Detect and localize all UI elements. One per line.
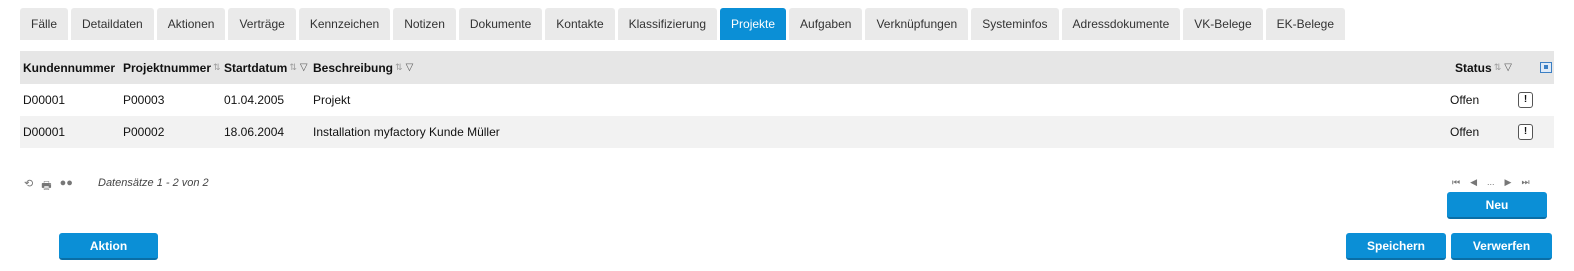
save-button[interactable]: Speichern xyxy=(1346,233,1446,260)
sort-icon[interactable]: ⇅ xyxy=(213,62,221,73)
cell-status: Offen xyxy=(1450,125,1480,139)
cell-startdatum: 01.04.2005 xyxy=(224,93,285,107)
column-header-status[interactable]: Status ⇅ ▽ xyxy=(1455,51,1512,84)
column-header-kundennummer[interactable]: Kundennummer xyxy=(23,51,115,84)
tab-aktionen[interactable]: Aktionen xyxy=(156,8,226,40)
tab-verknuepfungen[interactable]: Verknüpfungen xyxy=(865,8,969,40)
projects-grid: Kundennummer Projektnummer ⇅ Startdatum … xyxy=(20,51,1554,148)
tab-vertraege[interactable]: Verträge xyxy=(228,8,296,40)
new-button[interactable]: Neu xyxy=(1447,192,1547,219)
cell-kundennummer: D00001 xyxy=(23,93,66,107)
column-label: Kundennummer xyxy=(23,60,116,75)
filter-icon[interactable]: ▽ xyxy=(300,62,308,73)
cell-projektnummer: P00002 xyxy=(123,125,165,139)
pager-ellipsis: ... xyxy=(1487,177,1495,187)
sort-icon[interactable]: ⇅ xyxy=(395,62,403,73)
sort-icon[interactable]: ⇅ xyxy=(289,62,297,73)
pager: ⏮ ◀ ... ▶ ⏭ xyxy=(1452,177,1530,188)
discard-button[interactable]: Verwerfen xyxy=(1451,233,1552,260)
table-row[interactable]: D00001 P00002 18.06.2004 Installation my… xyxy=(20,116,1554,148)
column-header-startdatum[interactable]: Startdatum ⇅ ▽ xyxy=(224,51,308,84)
action-button[interactable]: Aktion xyxy=(59,233,158,260)
tab-notizen[interactable]: Notizen xyxy=(393,8,456,40)
column-label: Status xyxy=(1455,60,1492,75)
tab-kontakte[interactable]: Kontakte xyxy=(545,8,615,40)
column-label: Projektnummer xyxy=(123,60,212,75)
cell-beschreibung: Projekt xyxy=(313,93,351,107)
row-details-button[interactable]: ! xyxy=(1518,92,1533,108)
next-page-icon[interactable]: ▶ xyxy=(1505,177,1512,188)
tab-ek-belege[interactable]: EK-Belege xyxy=(1265,8,1346,40)
tab-systeminfos[interactable]: Systeminfos xyxy=(971,8,1059,40)
table-row[interactable]: D00001 P00003 01.04.2005 Projekt Offen ! xyxy=(20,84,1554,116)
cell-kundennummer: D00001 xyxy=(23,125,66,139)
column-header-beschreibung[interactable]: Beschreibung ⇅ ▽ xyxy=(313,51,413,84)
first-page-icon[interactable]: ⏮ xyxy=(1452,177,1460,188)
filter-icon[interactable]: ▽ xyxy=(406,62,414,73)
tab-detaildaten[interactable]: Detaildaten xyxy=(71,8,154,40)
prev-page-icon[interactable]: ◀ xyxy=(1470,177,1477,188)
options-icon[interactable]: ●● xyxy=(60,177,73,196)
tab-dokumente[interactable]: Dokumente xyxy=(458,8,543,40)
column-label: Startdatum xyxy=(224,60,288,75)
tab-klassifizierung[interactable]: Klassifizierung xyxy=(617,8,718,40)
column-config-icon[interactable] xyxy=(1540,62,1552,73)
cell-projektnummer: P00003 xyxy=(123,93,165,107)
grid-footer-tools: ⟲ 🖶 ●● xyxy=(24,177,73,196)
column-label: Beschreibung xyxy=(313,60,394,75)
filter-icon[interactable]: ▽ xyxy=(1504,62,1512,73)
row-details-button[interactable]: ! xyxy=(1518,124,1533,140)
tab-faelle[interactable]: Fälle xyxy=(20,8,69,40)
tab-bar: Fälle Detaildaten Aktionen Verträge Kenn… xyxy=(20,8,1346,40)
tab-adressdokumente[interactable]: Adressdokumente xyxy=(1061,8,1181,40)
grid-header: Kundennummer Projektnummer ⇅ Startdatum … xyxy=(20,51,1554,84)
tab-projekte[interactable]: Projekte xyxy=(720,8,787,40)
tab-aufgaben[interactable]: Aufgaben xyxy=(789,8,863,40)
cell-beschreibung: Installation myfactory Kunde Müller xyxy=(313,125,500,139)
cell-status: Offen xyxy=(1450,93,1480,107)
print-icon[interactable]: 🖶 xyxy=(41,177,51,196)
cell-startdatum: 18.06.2004 xyxy=(224,125,285,139)
column-header-projektnummer[interactable]: Projektnummer ⇅ xyxy=(123,51,221,84)
refresh-icon[interactable]: ⟲ xyxy=(24,177,33,196)
record-count: Datensätze 1 - 2 von 2 xyxy=(98,177,209,189)
last-page-icon[interactable]: ⏭ xyxy=(1521,177,1529,188)
tab-kennzeichen[interactable]: Kennzeichen xyxy=(298,8,391,40)
tab-vk-belege[interactable]: VK-Belege xyxy=(1183,8,1263,40)
sort-icon[interactable]: ⇅ xyxy=(1494,62,1502,73)
